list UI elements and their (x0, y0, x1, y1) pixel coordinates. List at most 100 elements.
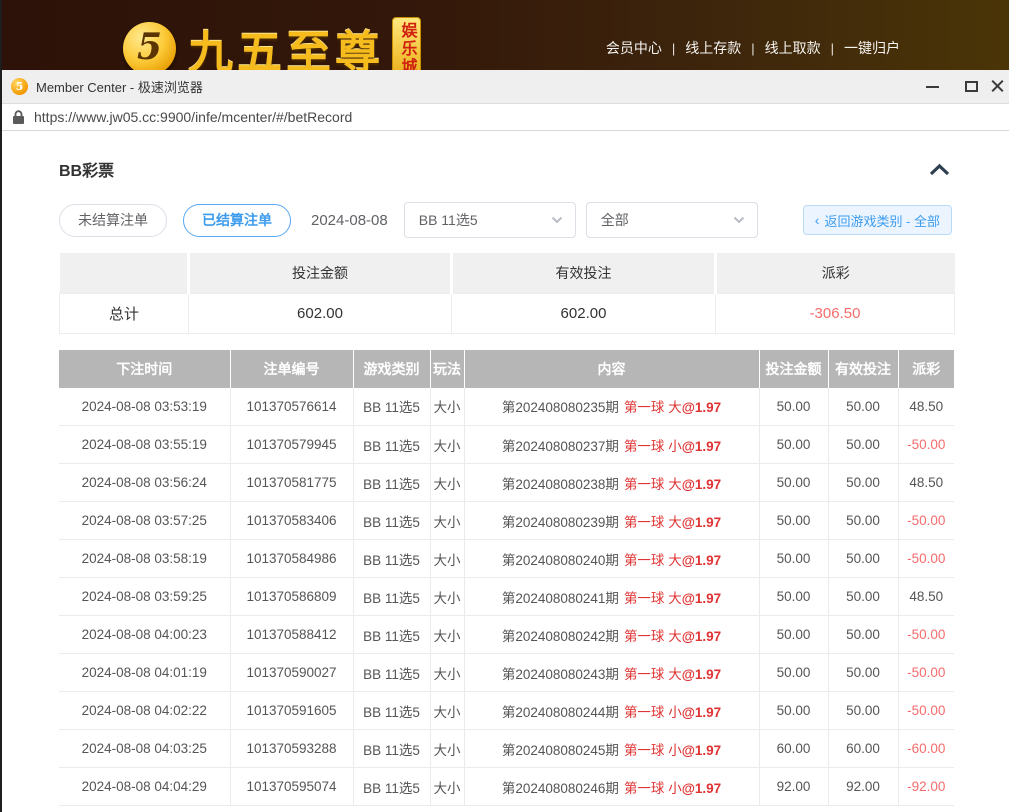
nav-online-deposit[interactable]: 线上存款 (685, 38, 741, 58)
logo-coin-icon: 5 (123, 22, 176, 71)
bet-valid: 50.00 (828, 502, 898, 540)
table-row: 2024-08-08 04:02:22101370591605BB 11选5大小… (59, 692, 954, 730)
bet-id: 101370593288 (230, 730, 353, 768)
bet-play-type: 大小 (430, 464, 464, 502)
bet-id: 101370595074 (230, 768, 353, 806)
bet-content: 第202408080239期第一球 大@1.97 (464, 502, 759, 540)
summary-header-bet-amount: 投注金额 (189, 253, 452, 293)
unsettled-tab[interactable]: 未结算注单 (59, 204, 167, 237)
close-button[interactable] (991, 70, 1009, 103)
header-game-type: 游戏类别 (353, 350, 430, 388)
bet-game-type: BB 11选5 (353, 426, 430, 464)
collapse-panel-button[interactable] (927, 161, 952, 178)
bet-record-table: 下注时间 注单编号 游戏类别 玩法 内容 投注金额 有效投注 派彩 2024-0… (59, 350, 954, 807)
bet-period: 第202408080239期 (502, 515, 619, 530)
bet-content: 第202408080238期第一球 大@1.97 (464, 464, 759, 502)
table-row: 2024-08-08 03:57:25101370583406BB 11选5大小… (59, 502, 954, 540)
bet-time: 2024-08-08 04:04:29 (59, 768, 230, 806)
game-select[interactable]: BB 11选5 (404, 202, 576, 238)
nav-member-center[interactable]: 会员中心 (606, 38, 662, 58)
nav-one-key-transfer[interactable]: 一键归户 (844, 38, 900, 58)
bet-play-type: 大小 (430, 616, 464, 654)
bet-game-type: BB 11选5 (353, 768, 430, 806)
bet-payout: -50.00 (898, 692, 954, 730)
bet-odds: @1.97 (682, 591, 721, 606)
bet-time: 2024-08-08 04:03:25 (59, 730, 230, 768)
bet-pick: 第一球 大 (624, 667, 682, 682)
bet-record-page: BB彩票 未结算注单 已结算注单 2024-08-08 BB 11选5 全部 ‹… (2, 157, 1009, 806)
summary-table: 投注金额 有效投注 派彩 总计 602.00 602.00 -306.50 (59, 253, 955, 334)
bet-payout: -50.00 (898, 540, 954, 578)
bet-table-header-row: 下注时间 注单编号 游戏类别 玩法 内容 投注金额 有效投注 派彩 (59, 350, 954, 388)
bet-valid: 60.00 (828, 730, 898, 768)
summary-payout: -306.50 (716, 293, 955, 333)
bet-content: 第202408080243期第一球 大@1.97 (464, 654, 759, 692)
summary-header-blank (60, 253, 189, 293)
bet-valid: 50.00 (828, 654, 898, 692)
bet-period: 第202408080246期 (502, 781, 619, 796)
bet-odds: @1.97 (682, 781, 721, 796)
bet-odds: @1.97 (682, 477, 721, 492)
bet-period: 第202408080237期 (502, 439, 619, 454)
maximize-button[interactable] (952, 70, 991, 103)
header-bet-id: 注单编号 (230, 350, 353, 388)
site-logo[interactable]: 5 九五至尊 娱乐城 (123, 9, 421, 70)
bet-period: 第202408080245期 (502, 743, 619, 758)
bet-valid: 50.00 (828, 426, 898, 464)
bet-id: 101370579945 (230, 426, 353, 464)
close-icon (991, 80, 1004, 93)
bet-amount: 60.00 (759, 730, 828, 768)
bet-valid: 50.00 (828, 692, 898, 730)
bet-game-type: BB 11选5 (353, 388, 430, 426)
nav-separator: | (751, 41, 754, 56)
chevron-down-icon (733, 216, 745, 224)
panel-header: BB彩票 (59, 157, 952, 181)
bet-id: 101370576614 (230, 388, 353, 426)
bet-time: 2024-08-08 04:01:19 (59, 654, 230, 692)
bet-period: 第202408080241期 (502, 591, 619, 606)
window-title: Member Center - 极速浏览器 (36, 77, 203, 96)
bet-id: 101370586809 (230, 578, 353, 616)
bet-time: 2024-08-08 03:57:25 (59, 502, 230, 540)
url-bar[interactable]: https://www.jw05.cc:9900/infe/mcenter/#/… (2, 103, 1009, 131)
settled-tab[interactable]: 已结算注单 (183, 204, 291, 237)
chevron-left-icon: ‹ (815, 212, 820, 228)
summary-header-payout: 派彩 (716, 253, 955, 293)
bet-time: 2024-08-08 04:02:22 (59, 692, 230, 730)
bet-payout: -50.00 (898, 426, 954, 464)
bet-valid: 92.00 (828, 768, 898, 806)
summary-header-row: 投注金额 有效投注 派彩 (60, 253, 955, 293)
table-row: 2024-08-08 03:53:19101370576614BB 11选5大小… (59, 388, 954, 426)
playtype-select[interactable]: 全部 (586, 202, 758, 238)
table-row: 2024-08-08 03:59:25101370586809BB 11选5大小… (59, 578, 954, 616)
bet-pick: 第一球 大 (624, 477, 682, 492)
bet-game-type: BB 11选5 (353, 616, 430, 654)
bet-valid: 50.00 (828, 388, 898, 426)
bet-play-type: 大小 (430, 578, 464, 616)
nav-online-withdraw[interactable]: 线上取款 (765, 38, 821, 58)
back-button-label: 返回游戏类别 - 全部 (824, 211, 940, 230)
bet-amount: 50.00 (759, 388, 828, 426)
browser-titlebar: 5 Member Center - 极速浏览器 (2, 70, 1009, 103)
bet-period: 第202408080238期 (502, 477, 619, 492)
minimize-button[interactable] (913, 70, 952, 103)
nav-separator: | (672, 41, 675, 56)
bet-id: 101370584986 (230, 540, 353, 578)
bet-payout: -92.00 (898, 768, 954, 806)
bet-odds: @1.97 (682, 515, 721, 530)
back-to-game-category-button[interactable]: ‹ 返回游戏类别 - 全部 (803, 205, 952, 235)
window-controls (913, 70, 1009, 103)
bet-pick: 第一球 小 (624, 781, 682, 796)
table-row: 2024-08-08 04:03:25101370593288BB 11选5大小… (59, 730, 954, 768)
bet-id: 101370590027 (230, 654, 353, 692)
header-valid-bet: 有效投注 (828, 350, 898, 388)
bet-valid: 50.00 (828, 540, 898, 578)
playtype-select-value: 全部 (601, 210, 629, 230)
bet-pick: 第一球 大 (624, 629, 682, 644)
bet-play-type: 大小 (430, 692, 464, 730)
summary-total-label: 总计 (60, 293, 189, 333)
bet-game-type: BB 11选5 (353, 654, 430, 692)
bet-game-type: BB 11选5 (353, 464, 430, 502)
bet-time: 2024-08-08 04:00:23 (59, 616, 230, 654)
date-filter[interactable]: 2024-08-08 (311, 212, 388, 229)
